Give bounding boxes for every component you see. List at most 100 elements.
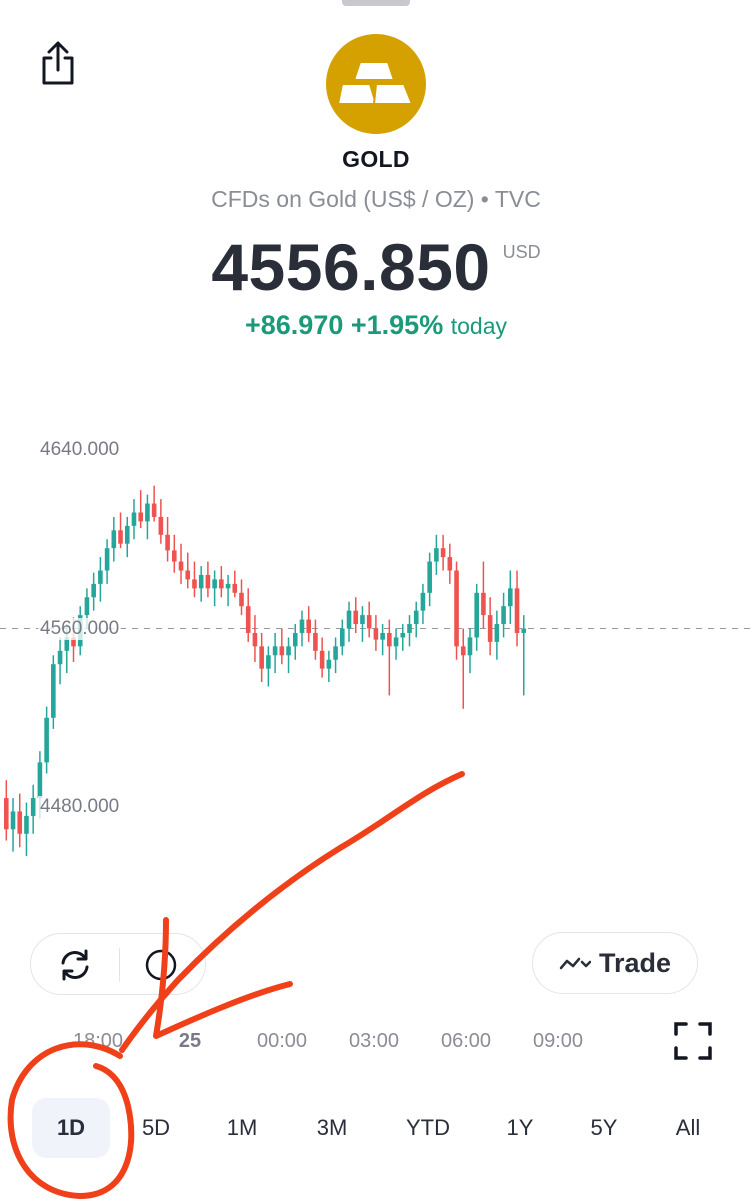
candle-body	[245, 606, 251, 633]
x-tick-label: 00:00	[256, 1030, 308, 1052]
candle	[407, 615, 412, 647]
candle-body	[219, 579, 224, 589]
candle-body	[508, 588, 513, 607]
candle	[420, 583, 426, 625]
change-absolute: +86.970	[245, 310, 344, 340]
change-percent: +1.95%	[350, 310, 444, 340]
range-3m[interactable]: 3M	[296, 1098, 368, 1158]
candle-body	[447, 557, 453, 571]
candle	[521, 615, 527, 696]
range-1m[interactable]: 1M	[208, 1098, 276, 1158]
candle-body	[481, 592, 486, 616]
last-price: 4556.850	[211, 230, 491, 304]
candle-body	[501, 606, 506, 625]
symbol-description: CFDs on Gold (US$ / OZ) • TVC	[211, 186, 541, 212]
candle-body	[454, 570, 459, 647]
gold-bars-icon	[338, 61, 414, 105]
range-1y[interactable]: 1Y	[486, 1098, 554, 1158]
candle	[4, 780, 9, 841]
candle	[91, 572, 96, 611]
x-tick-label: 06:00	[440, 1030, 492, 1052]
x-tick-label: 25	[178, 1030, 202, 1052]
candle-body	[340, 628, 345, 647]
candle	[252, 615, 258, 662]
candle-body	[10, 811, 16, 830]
candle-body	[319, 650, 325, 669]
candle-body	[373, 628, 379, 640]
candlestick-chart[interactable]	[0, 400, 752, 920]
price-chart[interactable]: 4640.000 4560.000 4480.000	[0, 400, 752, 920]
candle	[172, 534, 177, 573]
candle	[151, 485, 157, 522]
candle-body	[286, 646, 291, 656]
candle	[198, 566, 204, 602]
candle	[353, 597, 359, 633]
range-all[interactable]: All	[654, 1098, 722, 1158]
daily-change: +86.970 +1.95% today	[0, 310, 752, 341]
share-button[interactable]	[34, 36, 82, 90]
candle	[467, 628, 473, 674]
candle-body	[494, 624, 500, 642]
candle	[333, 637, 338, 674]
candle	[313, 619, 318, 660]
candle	[319, 637, 325, 678]
candle	[326, 650, 332, 683]
candle-body	[111, 530, 117, 549]
candle-body	[98, 570, 103, 584]
candle	[158, 499, 164, 544]
candle	[24, 802, 29, 857]
candle-body	[393, 637, 399, 647]
sheet-grabber[interactable]	[342, 0, 410, 6]
candle-body	[17, 811, 23, 834]
candle-body	[84, 597, 90, 616]
candle	[98, 557, 103, 602]
candle-body	[346, 610, 352, 629]
candle-body	[420, 592, 426, 611]
x-tick-label: 03:00	[348, 1030, 400, 1052]
candle-body	[434, 548, 439, 562]
candle	[494, 610, 500, 660]
clock-icon[interactable]	[143, 947, 179, 983]
candle-body	[51, 664, 56, 718]
candle-body	[292, 632, 298, 647]
range-1d[interactable]: 1D	[32, 1098, 110, 1158]
candle-body	[514, 588, 520, 633]
candle	[447, 543, 453, 584]
candle	[17, 793, 23, 848]
reload-icon[interactable]	[57, 948, 93, 982]
candle	[299, 610, 305, 647]
candle-body	[252, 632, 258, 647]
candle-body	[521, 628, 527, 633]
fullscreen-button[interactable]	[668, 1016, 718, 1066]
candle-body	[158, 516, 164, 535]
candle-body	[145, 503, 150, 522]
candle	[460, 628, 466, 709]
candle-body	[427, 561, 432, 593]
range-5y[interactable]: 5Y	[570, 1098, 638, 1158]
y-tick-label: 4640.000	[38, 439, 122, 461]
trade-label: Trade	[598, 947, 672, 978]
candle	[272, 632, 278, 674]
candle-body	[239, 592, 244, 607]
chart-tools	[30, 933, 206, 995]
candle-body	[313, 632, 318, 651]
candle-body	[400, 632, 406, 638]
candle-body	[326, 659, 332, 669]
candle	[10, 798, 16, 852]
candle	[118, 512, 123, 549]
range-5d[interactable]: 5D	[122, 1098, 190, 1158]
range-selector: 1D 5D 1M 3M YTD 1Y 5Y All	[0, 1098, 752, 1158]
range-ytd[interactable]: YTD	[390, 1098, 466, 1158]
candle-body	[185, 570, 191, 580]
trade-button[interactable]: Trade	[532, 932, 698, 994]
candle-body	[279, 646, 285, 656]
candle	[266, 646, 271, 687]
candle-body	[165, 534, 170, 551]
candle	[474, 583, 479, 651]
candle-body	[407, 624, 412, 633]
candle	[239, 579, 244, 616]
candle-body	[259, 646, 264, 669]
candle-body	[467, 637, 473, 656]
candle-body	[306, 619, 311, 633]
candle	[30, 784, 36, 834]
